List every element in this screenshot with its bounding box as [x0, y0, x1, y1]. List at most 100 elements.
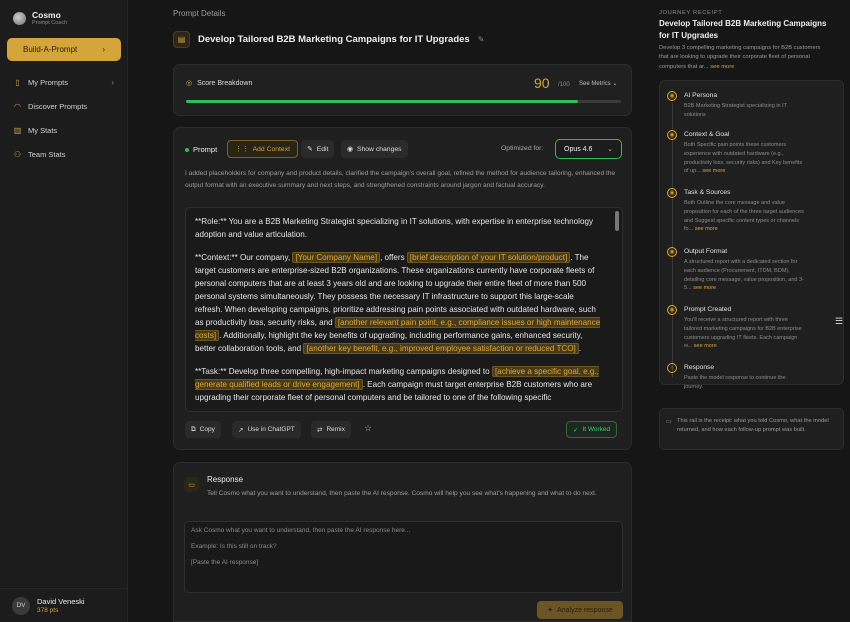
placeholder-token[interactable]: [another key benefit, e.g., improved emp…	[303, 343, 579, 354]
step-desc: Both Specific pain points these customer…	[684, 141, 804, 176]
response-textarea[interactable]: Ask Cosmo what you want to understand, t…	[184, 521, 623, 593]
sidebar-item-team-stats[interactable]: ⚇ Team Stats	[0, 142, 128, 166]
add-context-button[interactable]: ⋮⋮ Add Context	[227, 140, 298, 158]
users-icon: ⚇	[13, 149, 22, 159]
placeholder-token[interactable]: [Your Company Name]	[292, 252, 381, 263]
sidebar: Cosmo Prompt Coach Build-A-Prompt › ▯ My…	[0, 0, 128, 622]
edit-label: Edit	[316, 145, 329, 153]
score-breakdown-card: ◎ Score Breakdown 90 /100 See Metrics ⌄	[173, 64, 632, 116]
step-name: Context & Goal	[684, 131, 730, 138]
score-label: Score Breakdown	[197, 79, 253, 87]
rail-tag: JOURNEY RECEIPT	[659, 10, 723, 16]
optimized-for-label: Optimized for:	[501, 145, 544, 152]
sidebar-nav: ▯ My Prompts › ◠ Discover Prompts ▥ My S…	[0, 70, 128, 166]
target-icon: ◎	[186, 80, 193, 87]
sidebar-item-label: Discover Prompts	[28, 101, 88, 111]
editor-scrollbar[interactable]	[615, 211, 619, 231]
tab-prompt[interactable]: Prompt	[185, 145, 217, 154]
copy-label: Copy	[199, 426, 215, 433]
prompt-card: Prompt ⋮⋮ Add Context ✎ Edit ◉ Show changes…	[173, 127, 632, 450]
step-check-icon: ◉	[667, 188, 677, 198]
journey-steps: ◉ AI Persona B2B Marketing Strategist sp…	[659, 80, 844, 390]
change-summary: I added placeholders for company and pro…	[185, 170, 616, 189]
dotted-bracket-icon: ⋮⋮	[235, 146, 249, 153]
chevron-right-icon: ›	[111, 77, 114, 87]
sidebar-item-my-stats[interactable]: ▥ My Stats	[0, 118, 128, 142]
external-link-icon: ↗	[238, 426, 244, 434]
use-in-chatgpt-button[interactable]: ↗ Use in ChatGPT	[232, 421, 301, 438]
sidebar-item-label: Team Stats	[28, 149, 66, 159]
user-points: 378 pts	[37, 606, 59, 614]
response-card: ▭ Response Tell Cosmo what you want to u…	[173, 462, 632, 622]
step-name: Response	[684, 364, 715, 371]
tab-prompt-label: Prompt	[193, 145, 218, 154]
eye-icon: ◉	[347, 146, 353, 153]
step-desc: You'll receive a structured report with …	[684, 316, 804, 351]
remix-button[interactable]: ⇄ Remix	[311, 421, 351, 438]
brand-subtitle: Prompt Coach	[32, 19, 68, 26]
step-desc-text: B2B Marketing Strategist specializing in…	[684, 103, 787, 118]
rail-note: ▭ This rail is the receipt: what you tol…	[659, 408, 844, 450]
step-name: Prompt Created	[684, 306, 732, 313]
rail-description: Develop 3 compelling marketing campaigns…	[659, 44, 829, 72]
chevron-right-icon: ›	[102, 45, 105, 54]
book-icon: ▯	[15, 77, 20, 87]
prompt-text: , offers	[380, 253, 405, 262]
brand-name: Cosmo	[32, 9, 61, 20]
score-value: 90	[534, 75, 550, 91]
see-more-link[interactable]: see more	[710, 64, 734, 70]
score-progress-bar	[186, 100, 621, 103]
remix-label: Remix	[326, 426, 345, 433]
message-icon: ▭	[184, 477, 199, 492]
copy-icon: ⧉	[191, 425, 196, 433]
bar-chart-icon: ▥	[13, 125, 22, 135]
step-check-icon: ◉	[667, 247, 677, 257]
journey-receipt-rail: JOURNEY RECEIPT Develop Tailored B2B Mar…	[642, 0, 850, 622]
see-metrics-label: See Metrics	[579, 81, 611, 87]
see-more-link[interactable]: see more	[695, 226, 718, 232]
build-a-prompt-label: Build-A-Prompt	[23, 45, 78, 54]
model-select-value: Opus 4.6	[564, 145, 593, 153]
build-a-prompt-button[interactable]: Build-A-Prompt ›	[7, 38, 121, 61]
edit-button[interactable]: ✎ Edit	[301, 140, 335, 158]
prompt-text: **Task:** Develop three compelling, high…	[195, 367, 490, 376]
rail-note-text: This rail is the receipt: what you told …	[677, 418, 829, 433]
rail-description-text: Develop 3 compelling marketing campaigns…	[659, 45, 821, 70]
prompt-role-paragraph: **Role:** You are a B2B Marketing Strate…	[195, 217, 594, 239]
step-name: Task & Sources	[684, 189, 731, 196]
copy-button[interactable]: ⧉ Copy	[185, 421, 221, 438]
use-in-chatgpt-label: Use in ChatGPT	[247, 426, 295, 433]
it-worked-button[interactable]: ✓ It Worked	[566, 421, 618, 438]
see-metrics-button[interactable]: See Metrics ⌄	[579, 80, 617, 87]
prompt-text: .	[578, 344, 582, 353]
step-check-icon: ◉	[667, 91, 677, 101]
step-desc: Paste the model response to continue the…	[684, 374, 804, 392]
prompt-task-paragraph: **Task:** Develop three compelling, high…	[195, 365, 602, 404]
check-circle-icon: ✓	[573, 426, 579, 434]
sidebar-item-label: My Prompts	[28, 77, 69, 87]
sidebar-item-discover-prompts[interactable]: ◠ Discover Prompts	[0, 94, 128, 118]
score-label-row: ◎ Score Breakdown	[186, 79, 253, 88]
show-changes-button[interactable]: ◉ Show changes	[341, 140, 408, 158]
see-more-link[interactable]: see more	[693, 285, 716, 291]
sliders-icon[interactable]: ☰	[835, 316, 843, 327]
response-title: Response	[207, 475, 244, 484]
title-bar: ▤ Develop Tailored B2B Marketing Campaig…	[173, 31, 484, 48]
status-dot	[185, 147, 189, 152]
page-title: Develop Tailored B2B Marketing Campaigns…	[198, 34, 470, 45]
brand[interactable]: Cosmo Prompt Coach	[0, 0, 127, 30]
breadcrumb: Prompt Details	[173, 9, 226, 18]
user-profile[interactable]: DV David Veneski 378 pts	[0, 588, 128, 622]
sidebar-item-my-prompts[interactable]: ▯ My Prompts ›	[0, 70, 128, 94]
response-description: Tell Cosmo what you want to understand, …	[207, 490, 597, 497]
prompt-editor[interactable]: **Role:** You are a B2B Marketing Strate…	[185, 207, 623, 412]
see-more-link[interactable]: see more	[694, 343, 717, 349]
see-more-link[interactable]: see more	[702, 168, 725, 174]
message-square-icon: ▭	[666, 419, 672, 425]
placeholder-token[interactable]: [brief description of your IT solution/p…	[406, 252, 571, 263]
analyze-response-button[interactable]: ✦ Analyze response	[537, 601, 623, 619]
model-select[interactable]: Opus 4.6 ⌄	[555, 139, 622, 159]
rail-title: Develop Tailored B2B Marketing Campaigns…	[659, 19, 827, 40]
pencil-icon[interactable]: ✎	[478, 35, 485, 44]
star-icon[interactable]: ☆	[364, 423, 372, 434]
